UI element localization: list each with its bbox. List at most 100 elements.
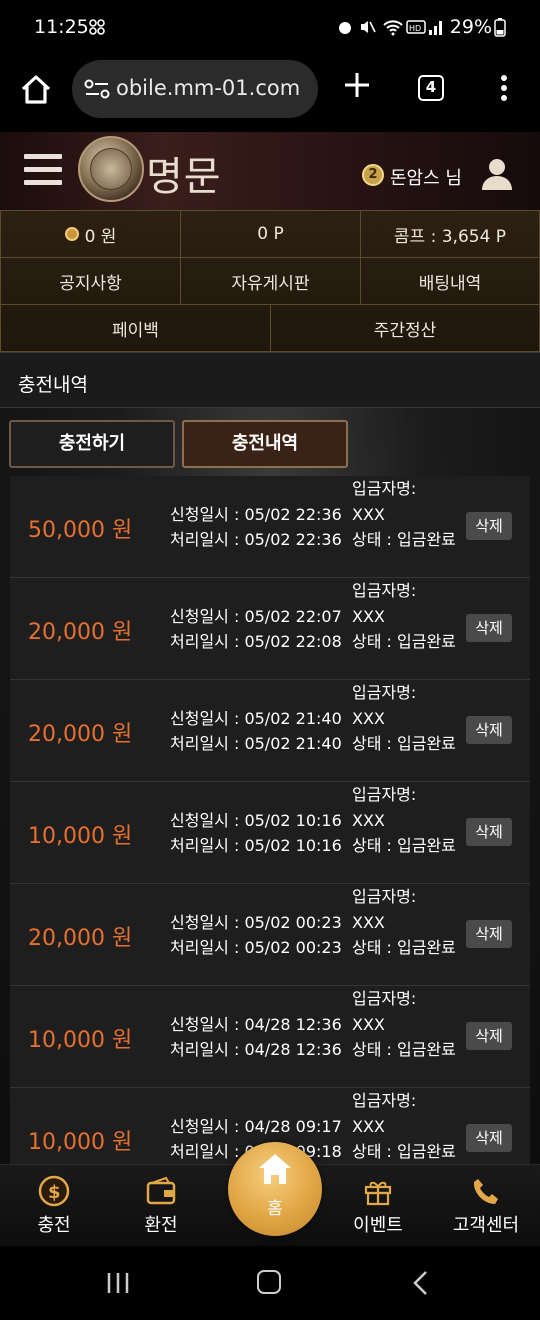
betting-history-link[interactable]: 배팅내역: [360, 257, 540, 305]
mute-icon: [361, 21, 376, 33]
list-item: 20,000 원 신청일시 : 05/02 00:23 처리일시 : 05/02 …: [10, 884, 530, 986]
new-tab-icon[interactable]: [342, 70, 372, 100]
comp-cell: 콤프 : 3,654 P: [360, 210, 540, 258]
balance-cell: 0 원: [0, 210, 181, 258]
nav-label: 환전: [144, 1215, 178, 1236]
balance-value: 0 원: [84, 226, 117, 247]
amount: 50,000 원: [28, 518, 133, 543]
dates: 신청일시 : 05/02 00:23 처리일시 : 05/02 00:23: [170, 910, 342, 960]
level-badge-icon: 2: [362, 164, 384, 186]
payback-link[interactable]: 페이백: [0, 304, 271, 352]
depositor-label: 입금자명:: [352, 785, 417, 804]
depositor-info: 입금자명: XXX 상태 : 입금완료: [352, 782, 456, 859]
signal-icon: [429, 21, 442, 35]
depositor-name: XXX: [352, 810, 385, 830]
nav-label: 이벤트: [353, 1215, 403, 1236]
amount: 20,000 원: [28, 620, 133, 645]
list-item: 50,000 원 신청일시 : 05/02 22:36 처리일시 : 05/02 …: [10, 476, 530, 578]
depositor-name: XXX: [352, 1116, 385, 1136]
delete-button[interactable]: 삭제: [466, 1022, 512, 1050]
delete-button[interactable]: 삭제: [466, 614, 512, 642]
logo-text[interactable]: 명문: [146, 144, 222, 202]
depositor-label: 입금자명:: [352, 1091, 417, 1110]
browser-toolbar: obile.mm-01.com 4: [0, 58, 540, 132]
wifi-icon: [383, 20, 403, 36]
depositor-info: 입금자명: XXX 상태 : 입금완료: [352, 476, 456, 553]
delete-button[interactable]: 삭제: [466, 512, 512, 540]
depositor-label: 입금자명:: [352, 887, 417, 906]
tab-history[interactable]: 충전내역: [182, 420, 348, 468]
address-bar[interactable]: obile.mm-01.com: [72, 60, 318, 118]
delete-button[interactable]: 삭제: [466, 818, 512, 846]
wallet-icon: [146, 1176, 176, 1205]
free-board-link[interactable]: 자유게시판: [180, 257, 361, 305]
weekly-settlement-link[interactable]: 주간정산: [270, 304, 540, 352]
delete-button[interactable]: 삭제: [466, 716, 512, 744]
notification-icon: [89, 19, 105, 35]
back-icon[interactable]: [412, 1270, 428, 1296]
delete-button[interactable]: 삭제: [466, 1124, 512, 1152]
user-profile-icon[interactable]: [480, 156, 514, 192]
points-value: 0 P: [257, 224, 284, 244]
depositor-name: XXX: [352, 708, 385, 728]
status-text: 상태 : 입금완료: [352, 530, 456, 549]
amount: 10,000 원: [28, 1130, 133, 1155]
delete-button[interactable]: 삭제: [466, 920, 512, 948]
depositor-label: 입금자명:: [352, 581, 417, 600]
nav-home-button[interactable]: 홈: [228, 1142, 322, 1236]
tab-charge[interactable]: 충전하기: [9, 420, 175, 468]
status-text: 상태 : 입금완료: [352, 1040, 456, 1059]
phone-icon: [473, 1179, 498, 1204]
depositor-name: XXX: [352, 606, 385, 626]
processed-time: 처리일시 : 05/02 22:36: [170, 530, 342, 549]
gift-icon: [364, 1181, 392, 1206]
dates: 신청일시 : 05/02 22:07 처리일시 : 05/02 22:08: [170, 604, 342, 654]
site-settings-icon[interactable]: [84, 78, 110, 100]
nav-support[interactable]: 고객센터: [436, 1165, 536, 1247]
charge-history-list[interactable]: 50,000 원 신청일시 : 05/02 22:36 처리일시 : 05/02 …: [10, 476, 530, 1168]
coin-icon: [64, 227, 79, 241]
svg-text:HD: HD: [409, 24, 421, 33]
amount: 10,000 원: [28, 1028, 133, 1053]
depositor-name: XXX: [352, 504, 385, 524]
hd-icon: HD: [406, 20, 426, 34]
nav-exchange[interactable]: 환전: [111, 1165, 211, 1247]
home-icon: [259, 1154, 291, 1184]
nav-label: 고객센터: [452, 1215, 520, 1236]
battery-level: 29%: [449, 16, 492, 38]
depositor-info: 입금자명: XXX 상태 : 입금완료: [352, 986, 456, 1063]
depositor-info: 입금자명: XXX 상태 : 입금완료: [352, 578, 456, 655]
nav-event[interactable]: 이벤트: [328, 1165, 428, 1247]
hamburger-menu-icon[interactable]: [24, 154, 62, 190]
svg-text:$: $: [48, 1182, 61, 1203]
requested-time: 신청일시 : 05/02 10:16: [170, 811, 342, 830]
nav-label: 홈: [267, 1199, 283, 1219]
depositor-info: 입금자명: XXX 상태 : 입금완료: [352, 680, 456, 757]
status-text: 상태 : 입금완료: [352, 734, 456, 753]
nav-charge[interactable]: $ 충전: [4, 1165, 104, 1247]
dates: 신청일시 : 05/02 22:36 처리일시 : 05/02 22:36: [170, 502, 342, 552]
logo-emblem[interactable]: [78, 136, 144, 202]
status-text: 상태 : 입금완료: [352, 938, 456, 957]
status-text: 상태 : 입금완료: [352, 632, 456, 651]
more-menu-icon[interactable]: [500, 74, 508, 102]
recent-apps-icon[interactable]: [106, 1272, 130, 1294]
notice-link[interactable]: 공지사항: [0, 257, 181, 305]
requested-time: 신청일시 : 05/02 22:36: [170, 505, 342, 524]
depositor-info: 입금자명: XXX 상태 : 입금완료: [352, 1088, 456, 1165]
site-header: 명문 2 돈암스 님: [0, 132, 540, 210]
system-nav-bar: [0, 1246, 540, 1320]
browser-home-icon[interactable]: [18, 72, 54, 108]
tab-switcher-button[interactable]: 4: [418, 75, 444, 101]
dates: 신청일시 : 04/28 12:36 처리일시 : 04/28 12:36: [170, 1012, 342, 1062]
status-time: 11:25: [34, 16, 89, 38]
processed-time: 처리일시 : 05/02 00:23: [170, 938, 342, 957]
requested-time: 신청일시 : 05/02 22:07: [170, 607, 342, 626]
processed-time: 처리일시 : 05/02 10:16: [170, 836, 342, 855]
system-home-icon[interactable]: [257, 1270, 281, 1294]
requested-time: 신청일시 : 05/02 00:23: [170, 913, 342, 932]
status-text: 상태 : 입금완료: [352, 836, 456, 855]
depositor-label: 입금자명:: [352, 989, 417, 1008]
user-name: 돈암스 님: [390, 168, 462, 189]
account-info-grid: 0 원 0 P 콤프 : 3,654 P 공지사항 자유게시판 배팅내역 페이백…: [0, 210, 540, 352]
